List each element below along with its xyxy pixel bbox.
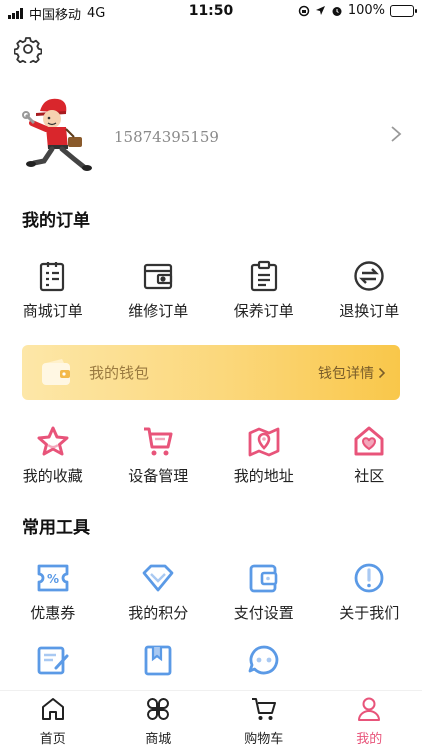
diamond-icon bbox=[140, 560, 176, 596]
status-right: 100% bbox=[298, 3, 417, 18]
orders-grid: 商城订单 维修订单 保养订单 退换订单 bbox=[0, 258, 422, 321]
tool-payment[interactable]: 支付设置 bbox=[211, 560, 317, 623]
order-item-repair[interactable]: 维修订单 bbox=[106, 258, 212, 321]
tool-about[interactable]: 关于我们 bbox=[317, 560, 422, 623]
tab-label: 我的 bbox=[356, 732, 383, 747]
cart-icon bbox=[249, 694, 279, 724]
user-icon bbox=[354, 694, 384, 724]
user-phone: 15874395159 bbox=[114, 128, 219, 146]
repair-order-icon bbox=[140, 258, 176, 294]
edit-note-icon bbox=[35, 642, 71, 678]
bookmark-book-icon bbox=[140, 642, 176, 678]
tool-label: 我的积分 bbox=[128, 604, 189, 622]
wallet-banner[interactable]: 我的钱包 钱包详情 bbox=[22, 345, 400, 400]
wallet-pay-icon bbox=[246, 560, 282, 596]
tab-cart[interactable]: 购物车 bbox=[211, 691, 317, 750]
shortcut-favorites[interactable]: 我的收藏 bbox=[0, 423, 106, 486]
shortcut-devices[interactable]: 设备管理 bbox=[106, 423, 212, 486]
chevron-right-icon bbox=[391, 126, 402, 142]
tab-label: 购物车 bbox=[244, 732, 284, 747]
shortcut-community[interactable]: 社区 bbox=[317, 423, 422, 486]
gear-icon bbox=[13, 37, 43, 66]
exchange-order-icon bbox=[351, 258, 387, 294]
tools-title: 常用工具 bbox=[22, 518, 90, 538]
battery-percent: 100% bbox=[347, 3, 385, 18]
chevron-right-icon bbox=[378, 367, 386, 379]
svg-text:%: % bbox=[47, 572, 59, 586]
tool-service[interactable] bbox=[211, 642, 317, 678]
profile-card[interactable]: 15874395159 bbox=[0, 88, 422, 178]
tab-home[interactable]: 首页 bbox=[0, 691, 106, 750]
info-icon bbox=[351, 560, 387, 596]
order-item-exchange[interactable]: 退换订单 bbox=[317, 258, 422, 321]
alarm-icon bbox=[332, 6, 342, 16]
tools-grid-row1: % 优惠券 我的积分 支付设置 关于我们 bbox=[0, 560, 422, 623]
tool-label: 支付设置 bbox=[233, 604, 294, 622]
clover-icon bbox=[143, 694, 173, 724]
coupon-icon: % bbox=[35, 560, 71, 596]
cart-device-icon bbox=[140, 423, 176, 459]
shortcut-address[interactable]: 我的地址 bbox=[211, 423, 317, 486]
home-heart-icon bbox=[351, 423, 387, 459]
tool-label: 关于我们 bbox=[339, 604, 400, 622]
wallet-detail-label: 钱包详情 bbox=[318, 366, 374, 382]
order-item-label: 退换订单 bbox=[339, 302, 400, 320]
lock-rotation-icon bbox=[298, 5, 310, 16]
shortcut-label: 设备管理 bbox=[128, 467, 189, 485]
wallet-icon bbox=[42, 359, 70, 385]
settings-button[interactable] bbox=[13, 35, 43, 66]
wallet-detail-link[interactable]: 钱包详情 bbox=[318, 363, 386, 383]
order-item-maintenance[interactable]: 保养订单 bbox=[211, 258, 317, 321]
tab-bar: 首页 商城 购物车 我的 bbox=[0, 690, 422, 750]
wallet-title: 我的钱包 bbox=[89, 364, 150, 382]
shortcut-label: 我的地址 bbox=[233, 467, 294, 485]
tab-label: 首页 bbox=[39, 732, 66, 747]
map-icon bbox=[246, 423, 282, 459]
tab-label: 商城 bbox=[145, 732, 172, 747]
tool-label: 优惠券 bbox=[30, 604, 76, 622]
home-icon bbox=[38, 694, 68, 724]
orders-title: 我的订单 bbox=[22, 211, 90, 231]
chat-bubble-icon bbox=[246, 642, 282, 678]
tool-coupon[interactable]: % 优惠券 bbox=[0, 560, 106, 623]
location-icon bbox=[315, 6, 325, 15]
battery-icon bbox=[390, 4, 417, 17]
order-item-label: 商城订单 bbox=[22, 302, 83, 320]
order-item-label: 维修订单 bbox=[128, 302, 189, 320]
tool-empty-slot bbox=[317, 642, 422, 678]
status-bar: 中国移动 4G 11:50 100% bbox=[0, 0, 422, 24]
tab-mine[interactable]: 我的 bbox=[317, 691, 422, 750]
star-icon bbox=[35, 423, 71, 459]
tool-feedback[interactable] bbox=[0, 642, 106, 678]
tool-handbook[interactable] bbox=[106, 642, 212, 678]
shortcut-label: 社区 bbox=[354, 467, 385, 485]
tools-grid-row2 bbox=[0, 642, 422, 678]
tab-mall[interactable]: 商城 bbox=[106, 691, 212, 750]
maintenance-order-icon bbox=[246, 258, 282, 294]
shortcuts-grid: 我的收藏 设备管理 我的地址 社区 bbox=[0, 423, 422, 486]
mall-order-icon bbox=[35, 258, 71, 294]
shortcut-label: 我的收藏 bbox=[22, 467, 83, 485]
tool-points[interactable]: 我的积分 bbox=[106, 560, 212, 623]
order-item-mall[interactable]: 商城订单 bbox=[0, 258, 106, 321]
avatar bbox=[22, 98, 92, 171]
order-item-label: 保养订单 bbox=[233, 302, 294, 320]
